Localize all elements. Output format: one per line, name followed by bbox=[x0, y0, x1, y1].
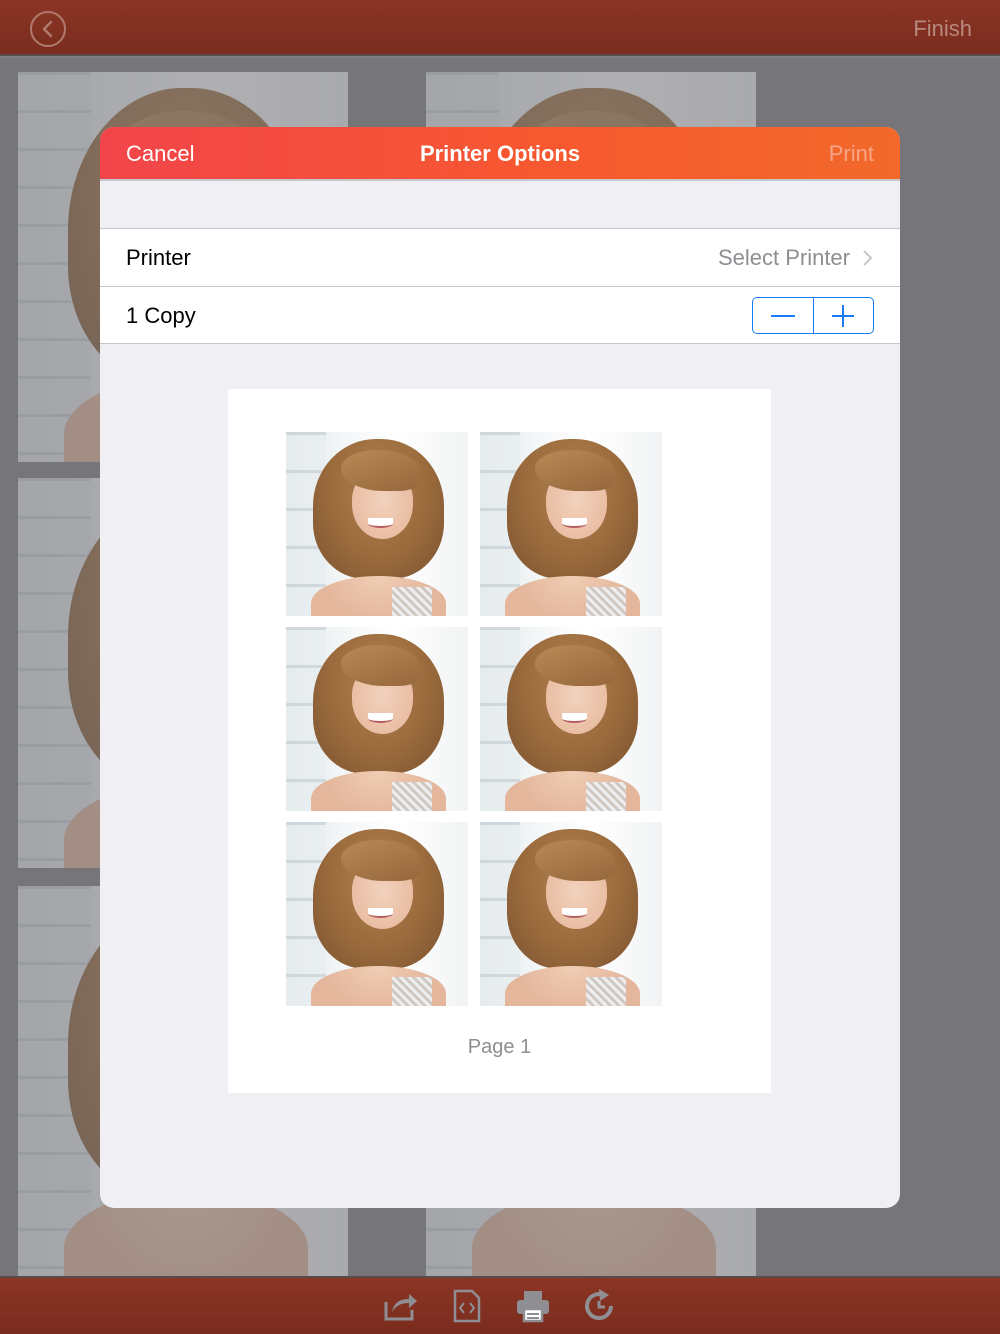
printer-label: Printer bbox=[126, 245, 191, 270]
photo-thumbnail bbox=[286, 432, 468, 616]
photo-thumbnail bbox=[480, 432, 662, 616]
photo-thumbnail bbox=[480, 822, 662, 1006]
code-icon[interactable] bbox=[449, 1288, 485, 1324]
share-icon[interactable] bbox=[383, 1288, 419, 1324]
back-button[interactable] bbox=[30, 11, 66, 47]
printer-row[interactable]: Printer Select Printer bbox=[100, 229, 900, 286]
decrement-button[interactable] bbox=[753, 298, 813, 333]
printer-settings-group: Printer Select Printer 1 Copy bbox=[100, 228, 900, 344]
photo-thumbnail bbox=[286, 627, 468, 811]
copies-row: 1 Copy bbox=[100, 286, 900, 343]
chevron-left-icon bbox=[42, 20, 53, 38]
printer-options-dialog: Cancel Printer Options Print Printer Sel… bbox=[100, 127, 900, 1208]
printer-icon[interactable] bbox=[515, 1288, 551, 1324]
plus-icon bbox=[832, 304, 855, 327]
minus-icon bbox=[770, 314, 795, 317]
select-printer-value: Select Printer bbox=[717, 245, 850, 270]
chevron-right-icon bbox=[863, 250, 873, 266]
page-label: Page 1 bbox=[467, 1036, 532, 1058]
photo-grid bbox=[286, 432, 662, 1006]
photo-thumbnail bbox=[480, 627, 662, 811]
print-button[interactable]: Print bbox=[829, 141, 874, 167]
top-bar: Finish bbox=[0, 0, 1000, 56]
copies-label: 1 Copy bbox=[126, 303, 196, 328]
refresh-icon[interactable] bbox=[581, 1288, 617, 1324]
photo-thumbnail bbox=[286, 822, 468, 1006]
bottom-toolbar bbox=[0, 1276, 1000, 1334]
dialog-header: Cancel Printer Options Print bbox=[100, 127, 900, 181]
finish-button[interactable]: Finish bbox=[913, 16, 972, 42]
page-preview: Page 1 bbox=[228, 389, 771, 1093]
dialog-title: Printer Options bbox=[419, 141, 581, 166]
increment-button[interactable] bbox=[812, 298, 874, 333]
copies-stepper[interactable] bbox=[752, 297, 874, 334]
